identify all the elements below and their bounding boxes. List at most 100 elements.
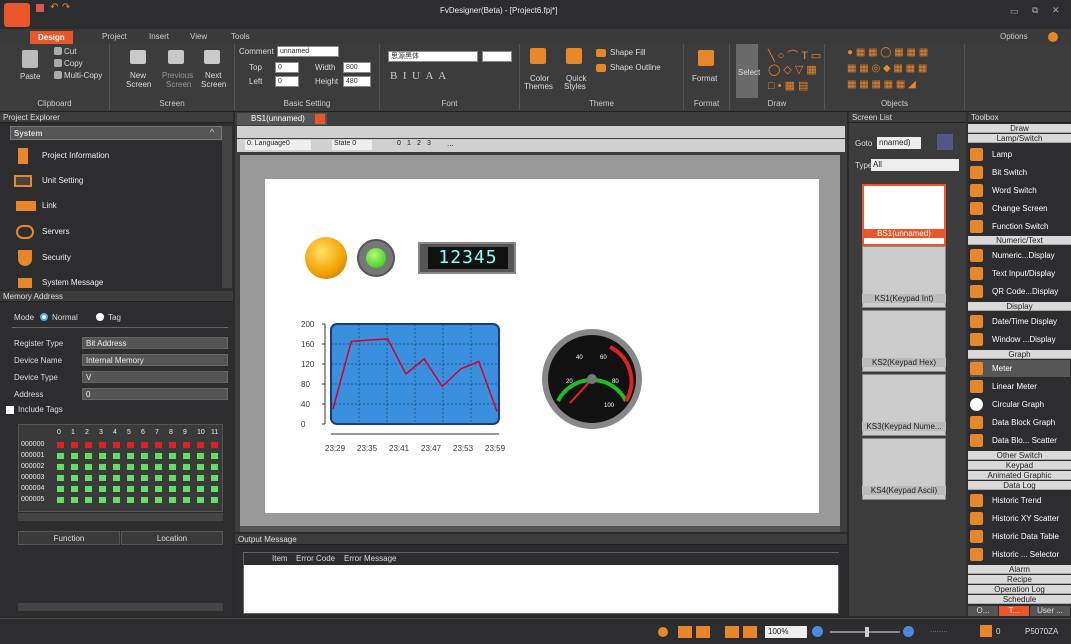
memory-bit-cell[interactable] xyxy=(113,475,120,481)
memory-bit-cell[interactable] xyxy=(169,442,176,448)
tab-view[interactable]: View xyxy=(190,30,207,44)
tab-tools[interactable]: Tools xyxy=(231,30,250,44)
memory-bit-cell[interactable] xyxy=(99,475,106,481)
next-screen-icon[interactable] xyxy=(204,50,220,64)
memory-bit-cell[interactable] xyxy=(113,464,120,470)
previous-screen-button[interactable]: Previous xyxy=(162,71,193,80)
unit-setting-item[interactable]: Unit Setting xyxy=(42,171,83,191)
draw-shapes-icons-2[interactable]: ◯ ◇ ▽ ▦ xyxy=(768,63,817,76)
memory-bit-cell[interactable] xyxy=(57,486,64,492)
memory-bit-cell[interactable] xyxy=(127,464,134,470)
toolbox-cat-keypad[interactable]: Keypad xyxy=(968,461,1071,470)
toolbox-cat-draw[interactable]: Draw xyxy=(968,124,1071,133)
close-icon[interactable]: ✕ xyxy=(1052,5,1060,16)
memory-bit-cell[interactable] xyxy=(71,497,78,503)
status-grid-icon[interactable] xyxy=(980,625,992,637)
memory-bit-cell[interactable] xyxy=(155,497,162,503)
memory-bit-cell[interactable] xyxy=(183,486,190,492)
paste-icon[interactable] xyxy=(22,50,38,68)
toolbox-item-circular-graph[interactable]: Circular Graph xyxy=(970,396,1070,413)
memory-bit-cell[interactable] xyxy=(141,464,148,470)
toolbox-tab-user[interactable]: User ... xyxy=(1030,606,1070,616)
toolbox-item-data-block-graph[interactable]: Data Block Graph xyxy=(970,414,1070,431)
memory-bit-cell[interactable] xyxy=(71,453,78,459)
tag-radio[interactable] xyxy=(96,313,104,321)
memory-bit-cell[interactable] xyxy=(113,486,120,492)
left-field[interactable]: 0 xyxy=(275,76,299,87)
comment-field[interactable]: unnamed xyxy=(277,46,339,57)
memory-bit-cell[interactable] xyxy=(211,497,218,503)
memory-bit-cell[interactable] xyxy=(197,497,204,503)
memory-bit-cell[interactable] xyxy=(71,442,78,448)
include-tags-checkbox[interactable] xyxy=(6,406,14,414)
memory-bit-cell[interactable] xyxy=(211,464,218,470)
toolbox-item-meter[interactable]: Meter xyxy=(970,360,1070,377)
memory-bit-cell[interactable] xyxy=(127,486,134,492)
servers-item[interactable]: Servers xyxy=(42,222,70,242)
toolbox-cat-lamp[interactable]: Lamp/Switch xyxy=(968,134,1071,143)
undo-icon[interactable]: ↶ xyxy=(50,2,58,13)
memory-bit-cell[interactable] xyxy=(85,475,92,481)
memory-bit-cell[interactable] xyxy=(169,464,176,470)
memory-bit-cell[interactable] xyxy=(183,464,190,470)
memory-bit-cell[interactable] xyxy=(99,442,106,448)
redo-icon[interactable]: ↷ xyxy=(62,2,70,13)
minimize-icon[interactable]: ▭ xyxy=(1010,6,1019,17)
new-screen-icon[interactable] xyxy=(130,50,146,64)
status-icon-4[interactable] xyxy=(725,626,739,638)
memory-bit-cell[interactable] xyxy=(169,475,176,481)
memory-bit-cell[interactable] xyxy=(57,442,64,448)
format-button[interactable]: Format xyxy=(692,74,717,83)
memory-bit-cell[interactable] xyxy=(127,497,134,503)
memory-bit-cell[interactable] xyxy=(169,453,176,459)
draw-shapes-icons[interactable]: ╲ ○ ⌒ T ▭ xyxy=(768,47,821,63)
memory-bit-cell[interactable] xyxy=(141,497,148,503)
toolbox-item-window-display[interactable]: Window ...Display xyxy=(970,331,1070,348)
memory-bit-cell[interactable] xyxy=(71,475,78,481)
toolbox-item-datetime[interactable]: Date/Time Display xyxy=(970,313,1070,330)
memory-bit-cell[interactable] xyxy=(155,464,162,470)
memory-bit-cell[interactable] xyxy=(57,475,64,481)
memory-bit-cell[interactable] xyxy=(113,497,120,503)
memory-bit-cell[interactable] xyxy=(183,442,190,448)
memory-bit-cell[interactable] xyxy=(71,464,78,470)
memory-bit-cell[interactable] xyxy=(127,475,134,481)
memory-bit-cell[interactable] xyxy=(85,464,92,470)
toolbox-item-numeric-display[interactable]: Numeric...Display xyxy=(970,247,1070,264)
memory-bit-cell[interactable] xyxy=(141,442,148,448)
normal-radio[interactable] xyxy=(40,313,48,321)
memory-bit-cell[interactable] xyxy=(169,486,176,492)
function-list-scrollbar[interactable] xyxy=(18,603,223,611)
memory-bit-cell[interactable] xyxy=(183,453,190,459)
memory-bit-cell[interactable] xyxy=(197,453,204,459)
memory-bit-cell[interactable] xyxy=(211,475,218,481)
memory-bit-cell[interactable] xyxy=(113,453,120,459)
address-field[interactable]: 0 xyxy=(82,388,228,400)
bold-italic-underline-icons[interactable]: B I U A A xyxy=(390,70,446,82)
toolbox-cat-datalog[interactable]: Data Log xyxy=(968,481,1071,490)
color-themes-icon[interactable] xyxy=(530,48,546,64)
state-2[interactable]: 2 xyxy=(417,140,421,147)
tab-design[interactable]: Design xyxy=(30,31,73,45)
memory-bit-cell[interactable] xyxy=(211,486,218,492)
state-0[interactable]: 0 xyxy=(397,140,401,147)
quick-access-save-icon[interactable] xyxy=(36,4,44,12)
editor-tab[interactable]: BS1(unnamed) xyxy=(237,113,327,125)
toolbox-cat-numeric[interactable]: Numeric/Text xyxy=(968,236,1071,245)
shape-fill-button[interactable]: Shape Fill xyxy=(610,48,646,57)
toolbox-item-change-screen[interactable]: Change Screen xyxy=(970,200,1070,217)
memory-bit-cell[interactable] xyxy=(197,464,204,470)
toolbox-tab-o[interactable]: O... xyxy=(968,606,998,616)
memory-bit-cell[interactable] xyxy=(141,453,148,459)
new-screen-button[interactable]: New xyxy=(130,71,146,80)
link-item[interactable]: Link xyxy=(42,196,57,216)
memory-bit-cell[interactable] xyxy=(169,497,176,503)
toolbox-item-word-switch[interactable]: Word Switch xyxy=(970,182,1070,199)
toolbox-cat-other-switch[interactable]: Other Switch xyxy=(968,451,1071,460)
format-icon[interactable] xyxy=(698,50,714,66)
toolbox-item-text-input[interactable]: Text Input/Display xyxy=(970,265,1070,282)
memory-bit-cell[interactable] xyxy=(197,486,204,492)
cut-button[interactable]: Cut xyxy=(64,47,76,56)
help-icon[interactable] xyxy=(1048,32,1058,42)
device-type-select[interactable]: V xyxy=(82,371,228,383)
